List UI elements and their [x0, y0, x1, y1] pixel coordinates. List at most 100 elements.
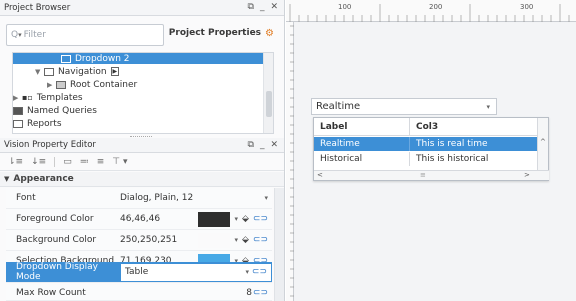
tree-scrollbar[interactable]: [263, 53, 273, 133]
property-row-dropdown-display-mode[interactable]: Dropdown Display Mode Table ▾ ⊂⊃: [6, 262, 272, 283]
property-label: Max Row Count: [16, 287, 86, 298]
dropdown-popup-table: Label Col3 Realtime This is real time Hi…: [313, 117, 549, 181]
table-cell: This is historical: [416, 154, 489, 164]
float-panel-icon[interactable]: ⧉: [248, 140, 254, 150]
section-label: Appearance: [13, 174, 74, 184]
display-mode-select[interactable]: Table ▾ ⊂⊃: [120, 262, 272, 282]
property-editor-header: Vision Property Editor ⧉ _ ✕: [0, 138, 284, 153]
left-pane: Project Browser ⧉ _ ✕ Q ▾ Filter Project …: [0, 0, 285, 301]
sort-alpha-icon[interactable]: ↓≡: [31, 157, 46, 167]
ruler-label: 100: [338, 3, 352, 11]
link-icon[interactable]: ⊂⊃: [252, 267, 267, 277]
chevron-right-icon[interactable]: >: [524, 171, 530, 179]
templates-icon: ▪▫: [22, 93, 33, 102]
ruler-label: 300: [520, 3, 534, 11]
property-row-max-row-count[interactable]: Max Row Count 8 ⊂⊃: [6, 285, 272, 301]
property-row-font[interactable]: Font Dialog, Plain, 12 ▾: [6, 188, 272, 209]
tree-item-dropdown-2[interactable]: Dropdown 2: [13, 53, 263, 64]
property-value[interactable]: 46,46,46: [120, 214, 186, 224]
tree-item-templates[interactable]: ▶ ▪▫ Templates: [13, 92, 83, 103]
ruler-label: 200: [429, 3, 443, 11]
property-label: Dropdown Display Mode: [16, 262, 98, 282]
color-swatch[interactable]: [198, 232, 231, 248]
project-properties-icon: ⚙: [265, 27, 274, 39]
project-browser-title: Project Browser: [4, 2, 71, 13]
section-appearance[interactable]: ▼ Appearance: [0, 172, 284, 187]
ruler-horizontal: 100 200 300: [286, 0, 576, 22]
tree-item-named-queries[interactable]: Named Queries: [13, 105, 97, 116]
ruler-vertical: [286, 22, 294, 301]
table-row[interactable]: Realtime This is real time: [314, 137, 538, 151]
sort-category-icon[interactable]: ⇂≡: [8, 157, 23, 167]
select-value: Table: [125, 267, 149, 277]
tree-item-reports[interactable]: Reports: [13, 118, 62, 129]
search-icon: Q: [11, 30, 19, 40]
project-properties-button[interactable]: Project Properties ⚙: [166, 22, 274, 44]
link-icon[interactable]: ⊂⊃: [253, 235, 268, 245]
property-editor-title: Vision Property Editor: [4, 140, 96, 150]
property-value[interactable]: Dialog, Plain, 12: [120, 193, 244, 203]
link-icon[interactable]: ⊂⊃: [253, 288, 268, 298]
column-header[interactable]: Col3: [410, 118, 538, 135]
chevron-down-icon[interactable]: ▼: [35, 68, 44, 76]
dropdown-value: Realtime: [316, 101, 361, 112]
tree-item-navigation[interactable]: ▼ Navigation ▶: [13, 66, 120, 77]
minimize-icon[interactable]: _: [260, 3, 265, 12]
popup-horizontal-scrollbar[interactable]: < ≡ >: [314, 170, 549, 180]
tree-item-label: Templates: [36, 92, 83, 103]
property-editor-scrollbar[interactable]: [274, 188, 284, 301]
table-header: Label Col3: [314, 118, 538, 136]
scripting-icon[interactable]: ≡: [97, 157, 105, 167]
filter-input[interactable]: Q ▾ Filter: [6, 24, 164, 46]
float-panel-icon[interactable]: ⧉: [248, 3, 254, 12]
scrollbar-thumb[interactable]: [266, 91, 272, 117]
scrollbar-grip[interactable]: ≡: [420, 171, 426, 179]
search-options-icon: ▾: [18, 31, 22, 39]
table-row[interactable]: Historical This is historical: [314, 152, 538, 166]
chevron-down-icon: ▼: [4, 175, 10, 183]
filter-dropdown-icon[interactable]: ⊤ ▾: [112, 157, 127, 167]
project-properties-label: Project Properties: [168, 28, 262, 38]
chevron-right-icon[interactable]: ▶: [47, 81, 56, 89]
chevron-left-icon[interactable]: <: [317, 171, 323, 179]
property-row-foreground-color[interactable]: Foreground Color 46,46,46 ▾ ⬙ ⊂⊃: [6, 209, 272, 230]
tree-item-label: Named Queries: [27, 105, 97, 116]
paint-bucket-icon[interactable]: ⬙: [242, 214, 249, 224]
tree-item-label: Reports: [27, 118, 62, 129]
tree-item-label: Dropdown 2: [75, 53, 130, 64]
dropdown-component-icon: [61, 54, 71, 63]
minimize-icon[interactable]: _: [260, 140, 265, 150]
property-label: Background Color: [16, 235, 97, 245]
filter-row: Q ▾ Filter Project Properties ⚙: [0, 22, 284, 48]
dropdown-component[interactable]: Realtime ▾: [311, 98, 497, 115]
table-cell: This is real time: [416, 139, 488, 149]
property-label: Foreground Color: [16, 214, 94, 224]
filter-placeholder: Filter: [23, 30, 46, 40]
property-value[interactable]: 250,250,251: [120, 235, 186, 245]
project-tree: Dropdown 2 ▼ Navigation ▶ ▶ Root Contain…: [12, 52, 274, 134]
column-header[interactable]: Label: [314, 118, 410, 135]
chevron-down-icon[interactable]: ▾: [246, 268, 250, 276]
chevron-down-icon[interactable]: ▾: [264, 194, 268, 202]
chevron-down-icon[interactable]: ▾: [486, 103, 490, 111]
tree-item-root-container[interactable]: ▶ Root Container: [13, 79, 137, 90]
chevron-up-icon[interactable]: ^: [540, 138, 546, 146]
chevron-down-icon[interactable]: ▾: [234, 215, 238, 223]
customizers-icon[interactable]: ≕: [80, 157, 89, 167]
named-queries-icon: [13, 106, 23, 115]
binding-icon[interactable]: ▭: [63, 157, 72, 167]
open-window-icon[interactable]: ▶: [110, 67, 120, 76]
property-value[interactable]: 8: [120, 288, 252, 298]
color-swatch[interactable]: [198, 211, 231, 227]
close-icon[interactable]: ✕: [270, 3, 278, 12]
container-icon: [56, 80, 66, 89]
project-browser-header: Project Browser ⧉ _ ✕: [0, 0, 284, 16]
popup-vertical-scrollbar[interactable]: ^: [537, 118, 548, 170]
link-icon[interactable]: ⊂⊃: [253, 214, 268, 224]
property-label: Font: [16, 193, 36, 203]
chevron-right-icon[interactable]: ▶: [13, 94, 22, 102]
paint-bucket-icon[interactable]: ⬙: [242, 235, 249, 245]
property-row-background-color[interactable]: Background Color 250,250,251 ▾ ⬙ ⊂⊃: [6, 230, 272, 251]
close-icon[interactable]: ✕: [270, 140, 278, 150]
chevron-down-icon[interactable]: ▾: [234, 236, 238, 244]
